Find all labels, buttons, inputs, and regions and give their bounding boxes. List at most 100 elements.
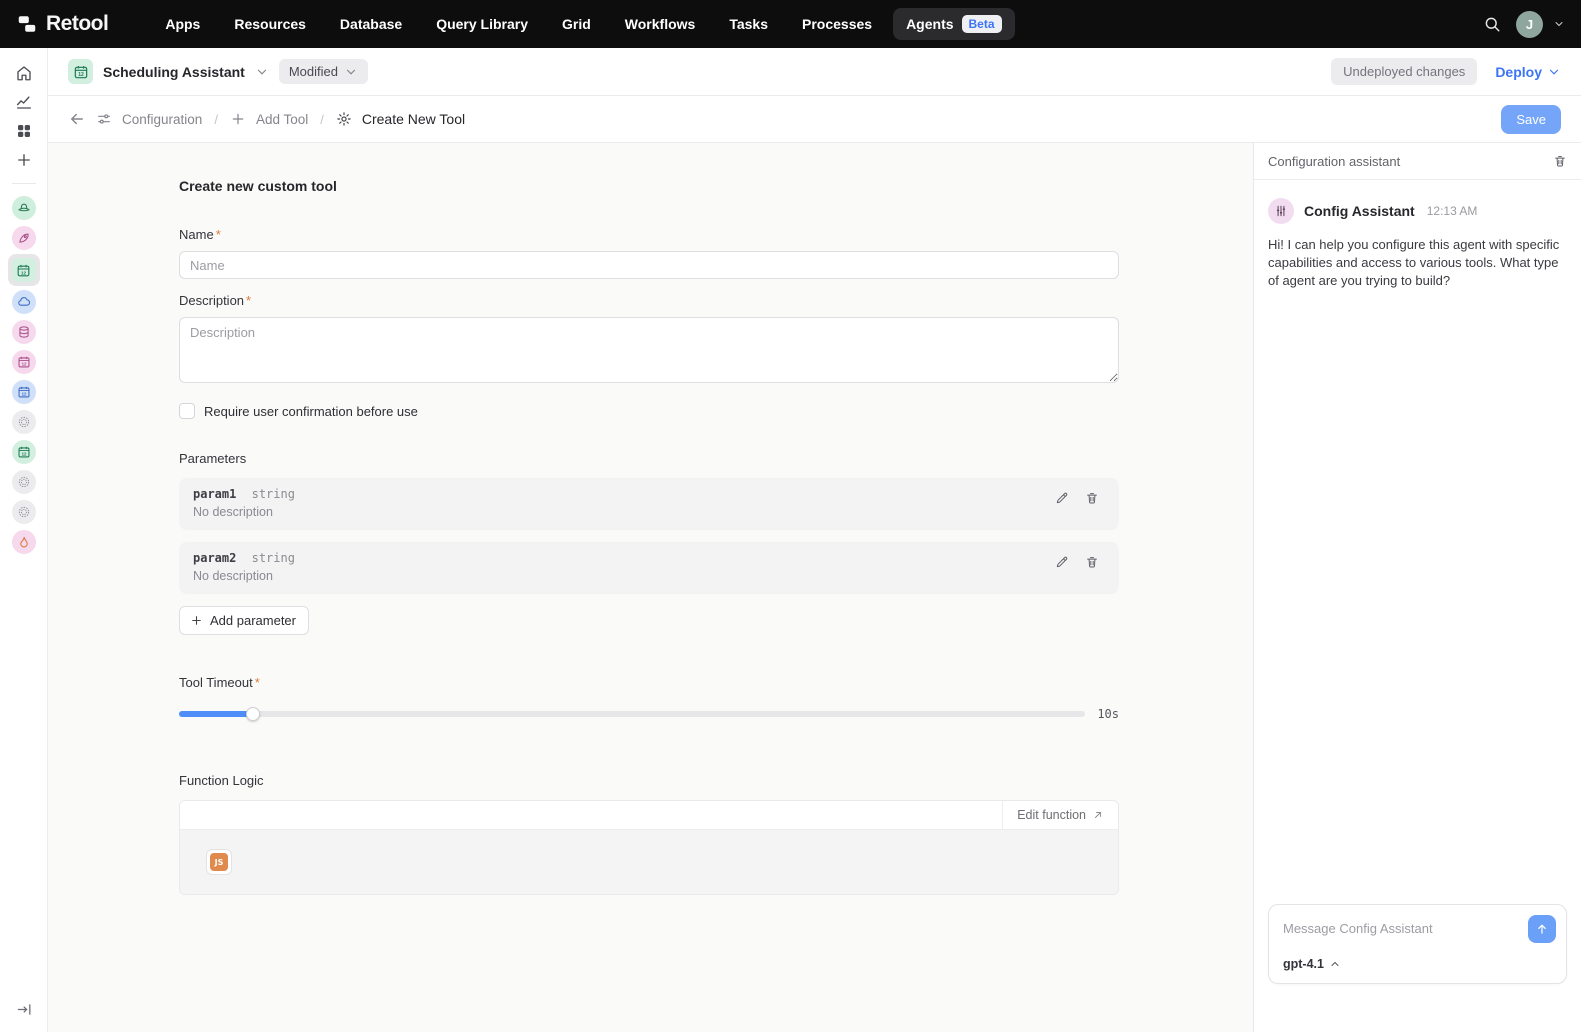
message-composer: gpt-4.1 xyxy=(1268,904,1567,984)
delete-parameter-icon[interactable] xyxy=(1085,491,1099,505)
name-input[interactable] xyxy=(179,251,1119,279)
model-selector[interactable]: gpt-4.1 xyxy=(1283,957,1556,971)
sidebar-app-sphere-2[interactable] xyxy=(12,470,36,494)
function-logic-body: JS xyxy=(180,830,1118,894)
save-button[interactable]: Save xyxy=(1501,105,1561,134)
sidebar-app-calendar-green[interactable]: 12 xyxy=(12,440,36,464)
slider-fill xyxy=(179,711,253,717)
parameters-label: Parameters xyxy=(179,451,1119,466)
parameter-name: param1 xyxy=(193,487,236,501)
tool-timeout-label: Tool Timeout* xyxy=(179,675,1119,690)
chat-transcript: Config Assistant 12:13 AM Hi! I can help… xyxy=(1254,180,1581,904)
agent-name: Scheduling Assistant xyxy=(103,64,245,80)
svg-text:12: 12 xyxy=(21,452,26,457)
parameter-description: No description xyxy=(193,505,1055,519)
breadcrumb-configuration[interactable]: Configuration xyxy=(122,112,202,127)
tool-timeout-slider[interactable] xyxy=(179,707,1085,721)
calendar-icon: 12 xyxy=(12,258,36,282)
sidebar-app-sphere-3[interactable] xyxy=(12,500,36,524)
clear-chat-trash-icon[interactable] xyxy=(1553,154,1567,168)
js-function-node[interactable]: JS xyxy=(206,849,232,875)
sidebar-app-rocket[interactable] xyxy=(12,226,36,250)
nav-items: Apps Resources Database Query Library Gr… xyxy=(152,8,1014,40)
description-input[interactable] xyxy=(179,317,1119,383)
add-parameter-button[interactable]: Add parameter xyxy=(179,606,309,635)
delete-parameter-icon[interactable] xyxy=(1085,555,1099,569)
parameter-type: string xyxy=(252,487,295,501)
plus-icon xyxy=(190,614,203,627)
edit-parameter-icon[interactable] xyxy=(1055,491,1069,505)
nav-item-processes[interactable]: Processes xyxy=(789,9,885,39)
sidebar-app-flame[interactable] xyxy=(12,530,36,554)
create-new-icon[interactable] xyxy=(8,145,40,174)
form-title: Create new custom tool xyxy=(179,178,1119,194)
top-navigation: Retool Apps Resources Database Query Lib… xyxy=(0,0,1581,48)
sidebar-app-scheduling-selected[interactable]: 12 xyxy=(8,254,40,286)
nav-item-resources[interactable]: Resources xyxy=(221,9,319,39)
nav-item-agents[interactable]: Agents Beta xyxy=(893,8,1014,40)
status-dropdown[interactable]: Modified xyxy=(279,59,368,84)
sidebar-app-cloud[interactable] xyxy=(12,290,36,314)
collapse-sidebar-icon[interactable] xyxy=(0,1001,48,1018)
nav-item-workflows[interactable]: Workflows xyxy=(612,9,709,39)
sidebar-app-sphere-1[interactable] xyxy=(12,410,36,434)
deploy-button[interactable]: Deploy xyxy=(1495,64,1561,80)
function-logic-header: Edit function xyxy=(180,801,1118,830)
agent-calendar-icon: 12 xyxy=(68,59,93,84)
retool-logo-icon xyxy=(16,13,38,35)
beta-badge: Beta xyxy=(962,15,1002,33)
breadcrumb-add-tool[interactable]: Add Tool xyxy=(256,112,308,127)
parameter-row: param1 string No description xyxy=(179,478,1119,530)
breadcrumb-separator: / xyxy=(214,112,218,127)
sidebar-app-database[interactable] xyxy=(12,320,36,344)
account-chevron-down-icon[interactable] xyxy=(1553,18,1565,30)
edit-parameter-icon[interactable] xyxy=(1055,555,1069,569)
parameter-row: param2 string No description xyxy=(179,542,1119,594)
slider-handle[interactable] xyxy=(246,707,260,721)
required-asterisk: * xyxy=(216,227,221,242)
create-tool-gear-icon xyxy=(336,111,352,127)
name-label: Name* xyxy=(179,227,1119,242)
breadcrumb-separator: / xyxy=(320,112,324,127)
parameter-type: string xyxy=(252,551,295,565)
user-avatar[interactable]: J xyxy=(1516,11,1543,38)
sidebar-divider xyxy=(12,183,36,184)
sidebar-app-calendar-blue[interactable]: 12 xyxy=(12,380,36,404)
brand-name: Retool xyxy=(46,12,108,36)
confirmation-checkbox-label: Require user confirmation before use xyxy=(204,404,418,419)
confirmation-checkbox[interactable] xyxy=(179,403,195,419)
back-arrow-icon[interactable] xyxy=(68,110,86,128)
slider-track[interactable] xyxy=(179,711,1085,717)
nav-item-apps[interactable]: Apps xyxy=(152,9,213,39)
sidebar-app-hat[interactable] xyxy=(12,196,36,220)
deploy-label: Deploy xyxy=(1495,64,1542,80)
required-asterisk: * xyxy=(246,293,251,308)
agent-toolbar: 12 Scheduling Assistant Modified Undeplo… xyxy=(48,48,1581,96)
send-message-button[interactable] xyxy=(1528,915,1556,943)
search-icon[interactable] xyxy=(1478,10,1506,38)
left-sidebar: 12 12 12 12 xyxy=(0,48,48,1032)
nav-item-database[interactable]: Database xyxy=(327,9,415,39)
nav-item-grid[interactable]: Grid xyxy=(549,9,604,39)
svg-text:12: 12 xyxy=(78,72,84,78)
message-timestamp: 12:13 AM xyxy=(1427,204,1478,218)
analytics-icon[interactable] xyxy=(8,87,40,116)
agent-switcher-chevron-icon[interactable] xyxy=(255,65,269,79)
sidebar-app-calendar-pink[interactable]: 12 xyxy=(12,350,36,374)
edit-function-button[interactable]: Edit function xyxy=(1002,801,1118,829)
model-name: gpt-4.1 xyxy=(1283,957,1324,971)
external-link-icon xyxy=(1092,809,1104,821)
home-icon[interactable] xyxy=(8,58,40,87)
confirmation-checkbox-row[interactable]: Require user confirmation before use xyxy=(179,403,1119,419)
message-text: Hi! I can help you configure this agent … xyxy=(1268,236,1567,290)
assistant-message-input[interactable] xyxy=(1283,915,1528,936)
model-chevron-up-icon xyxy=(1329,958,1341,970)
assistant-panel-title: Configuration assistant xyxy=(1268,154,1553,169)
apps-grid-icon[interactable] xyxy=(8,116,40,145)
retool-logo[interactable]: Retool xyxy=(16,12,108,36)
status-chevron-down-icon xyxy=(344,65,358,79)
assistant-avatar xyxy=(1268,198,1294,224)
add-tool-plus-icon xyxy=(230,111,246,127)
nav-item-query-library[interactable]: Query Library xyxy=(423,9,541,39)
nav-item-tasks[interactable]: Tasks xyxy=(716,9,781,39)
